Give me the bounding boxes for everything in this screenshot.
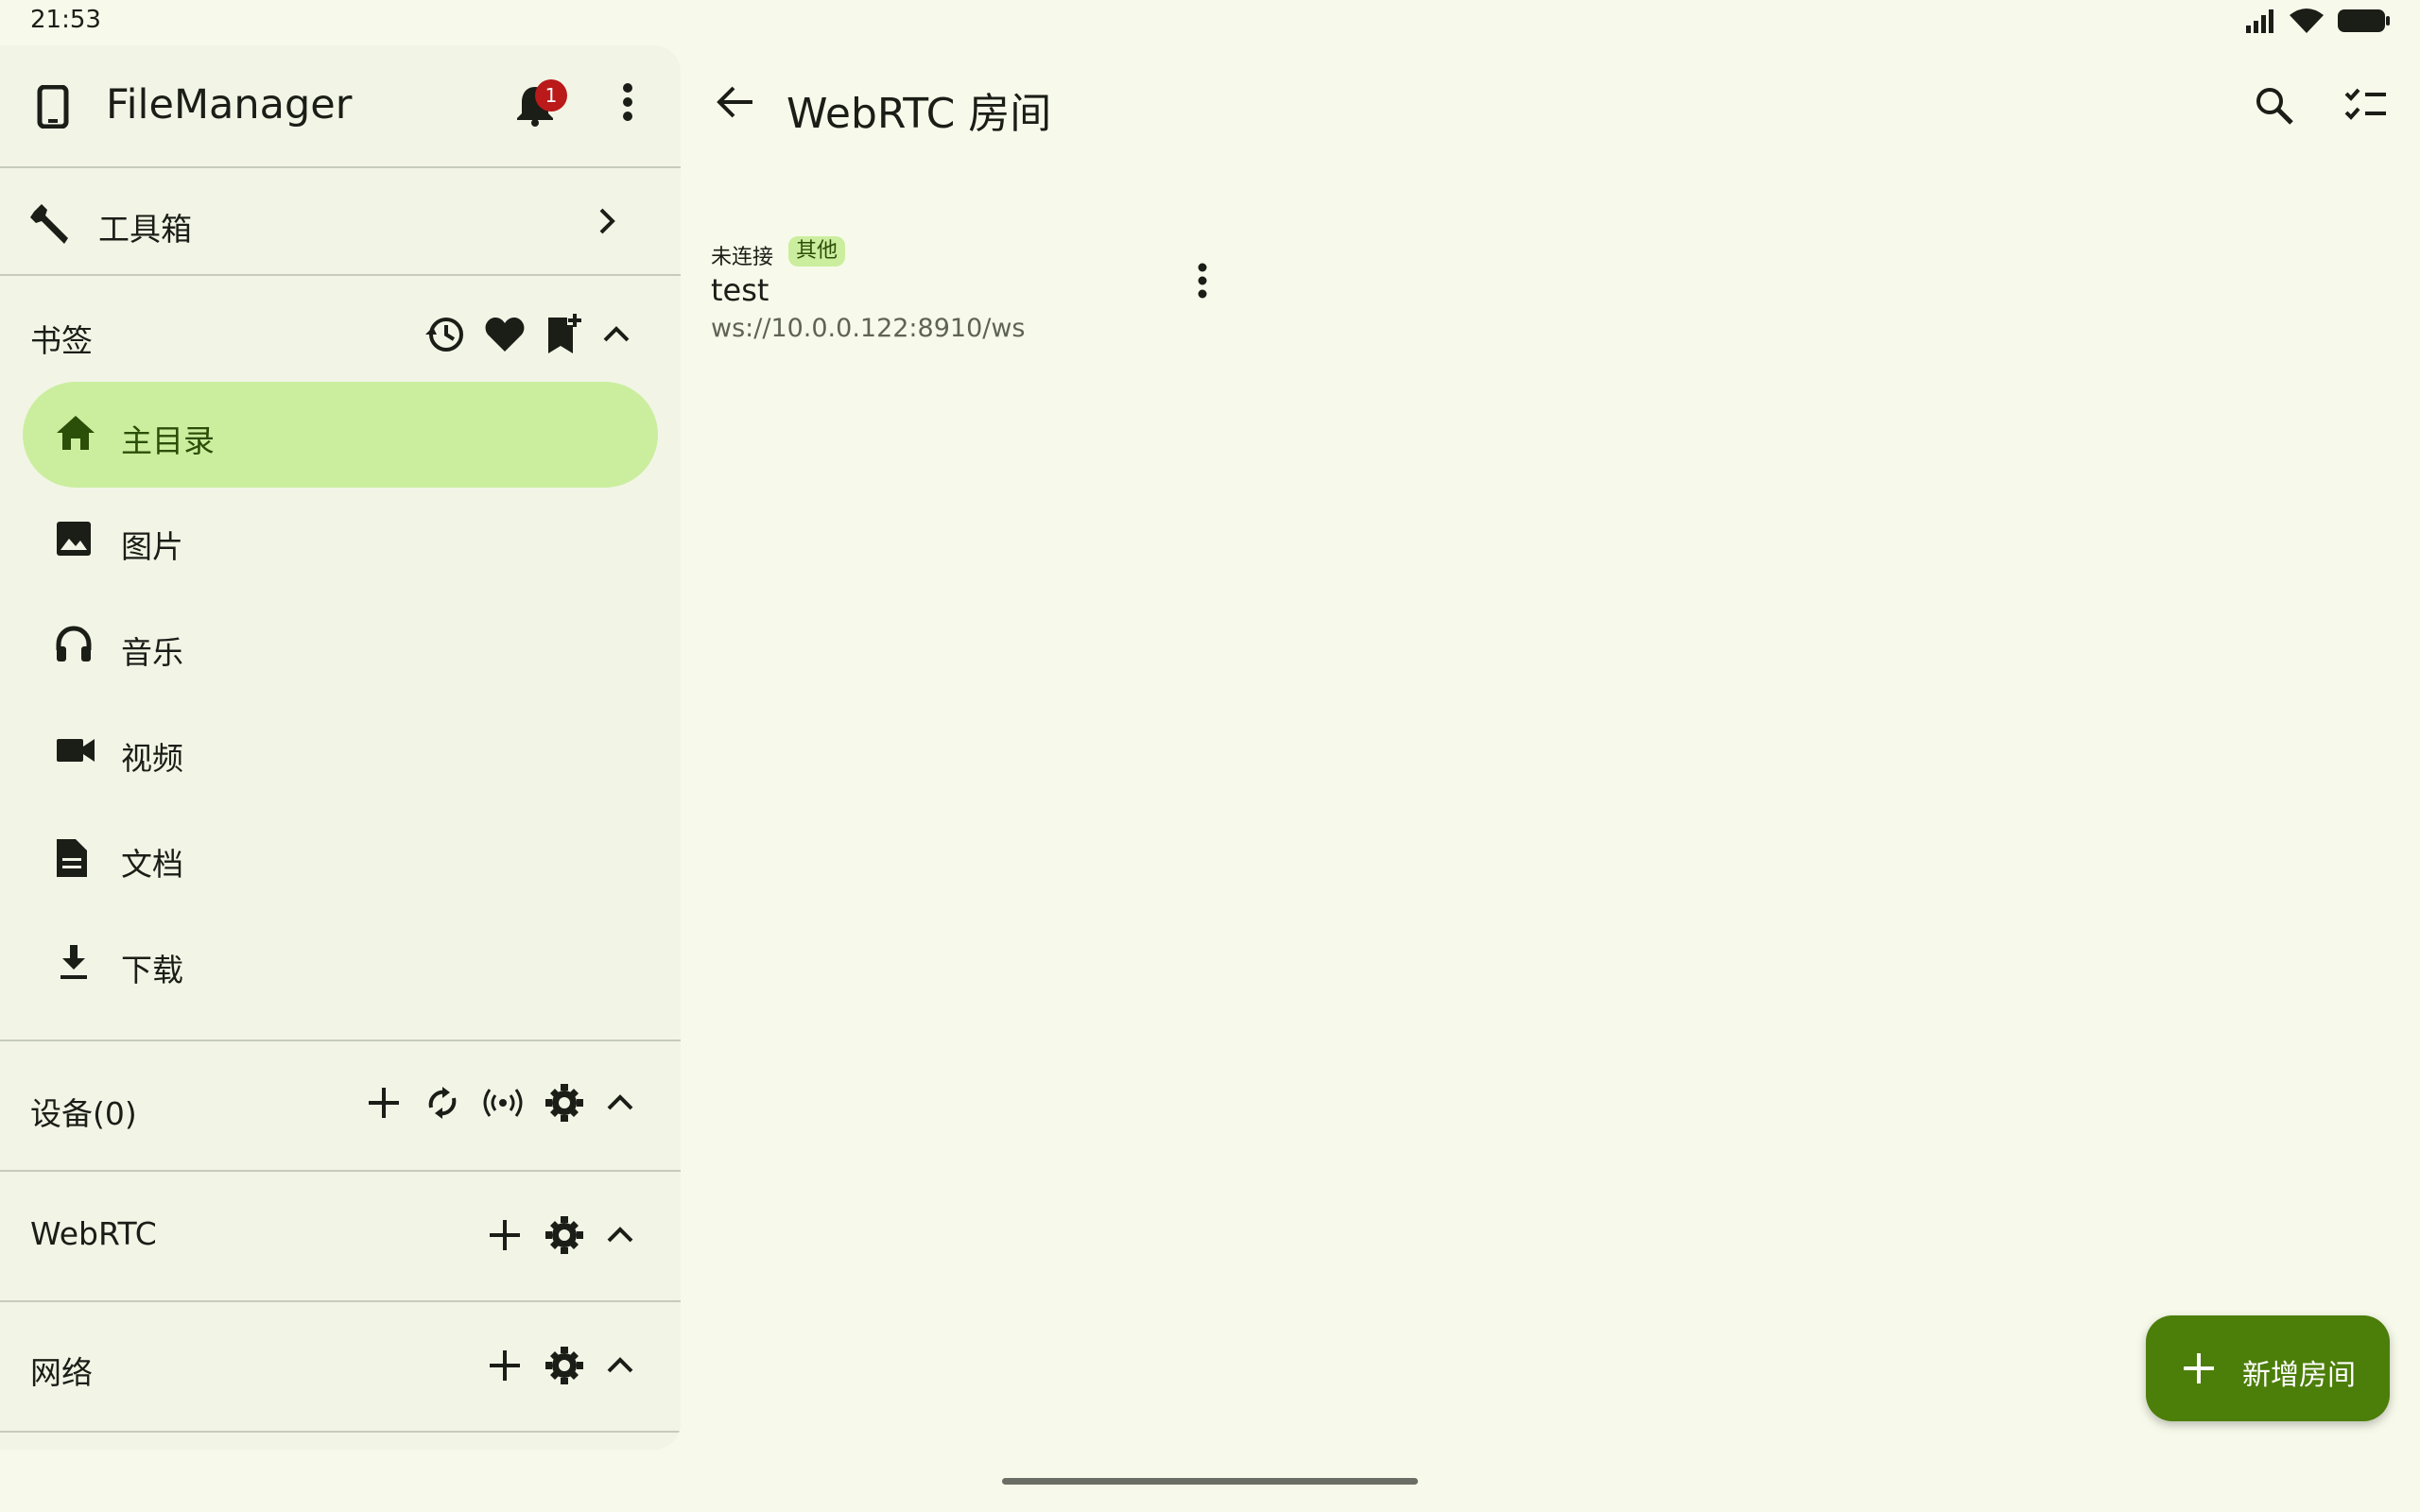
add-room-button[interactable]: 新增房间 — [2146, 1315, 2390, 1421]
image-icon — [57, 522, 91, 556]
home-icon — [57, 416, 95, 450]
bookmark-label: 文档 — [121, 846, 183, 883]
network-title: 网络 — [30, 1354, 93, 1391]
room-name: test — [711, 272, 769, 308]
status-bar: 21:53 — [0, 0, 2420, 45]
back-arrow-icon[interactable] — [715, 83, 756, 121]
drawer-header: FileManager 1 — [0, 45, 681, 166]
bookmark-item-music[interactable]: 音乐 — [23, 593, 658, 699]
add-icon[interactable] — [486, 1216, 524, 1254]
battery-icon — [2338, 9, 2390, 32]
home-indicator[interactable] — [1002, 1478, 1418, 1485]
document-icon — [57, 839, 87, 877]
phone-icon — [37, 85, 69, 129]
bookmark-label: 视频 — [121, 740, 183, 777]
room-list-item[interactable]: 未连接 其他 test ws://10.0.0.122:8910/ws — [711, 187, 1240, 348]
bookmark-item-downloads[interactable]: 下载 — [23, 911, 658, 1017]
toolbox-label: 工具箱 — [98, 211, 192, 248]
add-room-label: 新增房间 — [2242, 1359, 2356, 1392]
search-icon[interactable] — [2254, 85, 2295, 127]
bookmark-item-videos[interactable]: 视频 — [23, 699, 658, 805]
page-title: WebRTC 房间 — [786, 90, 1052, 138]
toolbox-row[interactable]: 工具箱 — [0, 168, 681, 274]
videocam-icon — [57, 739, 95, 762]
bookmark-label: 图片 — [121, 528, 183, 565]
sync-icon[interactable] — [424, 1083, 461, 1123]
chevron-right-icon — [599, 208, 615, 234]
chevron-up-icon[interactable] — [605, 1224, 635, 1246]
bookmark-label: 音乐 — [121, 634, 183, 671]
main-content: WebRTC 房间 未连接 其他 test ws://10.0.0.122:89… — [681, 45, 2420, 1512]
add-icon[interactable] — [486, 1347, 524, 1384]
app-title: FileManager — [106, 81, 353, 129]
more-vert-icon[interactable] — [622, 83, 633, 121]
wrench-icon — [30, 204, 68, 244]
bookmark-label: 下载 — [121, 952, 183, 988]
room-url: ws://10.0.0.122:8910/ws — [711, 314, 1026, 343]
heart-icon[interactable] — [484, 316, 526, 353]
notification-badge: 1 — [535, 79, 567, 112]
bookmarks-title: 书签 — [30, 322, 93, 359]
headphones-icon — [56, 626, 92, 662]
bookmark-add-icon[interactable] — [544, 314, 582, 355]
room-tag: 其他 — [788, 236, 846, 266]
devices-title: 设备(0) — [30, 1095, 137, 1132]
add-icon[interactable] — [365, 1084, 403, 1122]
bookmark-item-images[interactable]: 图片 — [23, 488, 658, 593]
checklist-icon[interactable] — [2344, 85, 2388, 123]
webrtc-title: WebRTC — [30, 1215, 157, 1252]
status-time: 21:53 — [30, 6, 101, 34]
wifi-icon — [2290, 9, 2324, 33]
more-vert-icon[interactable] — [1197, 263, 1208, 299]
chevron-up-icon[interactable] — [605, 1091, 635, 1114]
chevron-up-icon[interactable] — [601, 323, 631, 346]
navigation-drawer: FileManager 1 工具箱 书签 主目录 图片 音乐 视频 文档 下载 … — [0, 45, 681, 1450]
bookmark-item-home[interactable]: 主目录 — [23, 382, 658, 488]
settings-icon[interactable] — [544, 1083, 584, 1123]
chevron-up-icon[interactable] — [605, 1354, 635, 1377]
broadcast-icon[interactable] — [482, 1084, 524, 1122]
add-icon — [2184, 1353, 2214, 1383]
devices-header: 设备(0) — [0, 1041, 681, 1170]
settings-icon[interactable] — [544, 1346, 584, 1385]
history-icon[interactable] — [424, 314, 465, 355]
download-icon — [60, 945, 87, 979]
webrtc-header: WebRTC — [0, 1172, 681, 1300]
settings-icon[interactable] — [544, 1215, 584, 1255]
bookmark-label: 主目录 — [121, 422, 215, 459]
bookmark-item-documents[interactable]: 文档 — [23, 805, 658, 911]
network-header: 网络 — [0, 1302, 681, 1431]
divider — [0, 1431, 681, 1433]
signal-icon — [2246, 9, 2273, 33]
bookmarks-header: 书签 — [0, 276, 681, 380]
room-status: 未连接 — [711, 246, 774, 269]
status-icons — [2244, 8, 2392, 34]
